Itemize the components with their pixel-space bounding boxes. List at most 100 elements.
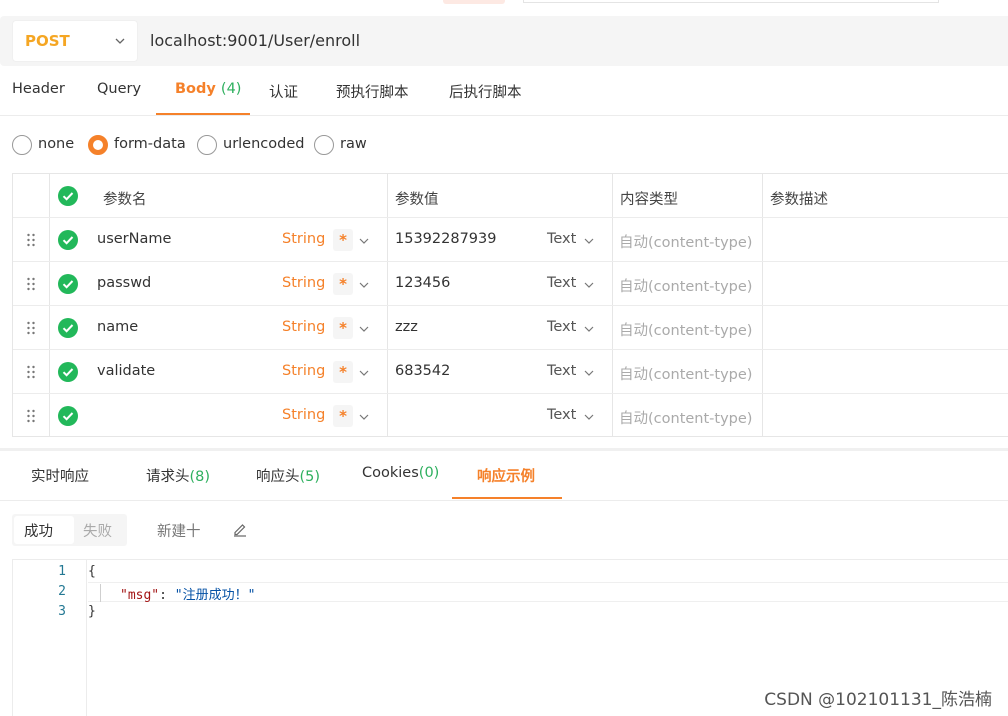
chevron-down-icon[interactable] bbox=[583, 323, 595, 335]
param-key[interactable]: userName bbox=[97, 231, 171, 247]
json-value: "注册成功！" bbox=[174, 588, 256, 603]
top-partial-field bbox=[523, 0, 939, 3]
content-type[interactable]: 自动(content-type) bbox=[619, 407, 752, 428]
content-type[interactable]: 自动(content-type) bbox=[619, 275, 752, 296]
radio-urlencoded[interactable]: urlencoded bbox=[197, 134, 305, 156]
tab-pre-script[interactable]: 预执行脚本 bbox=[336, 81, 409, 102]
url-bar: POST localhost:9001/User/enroll bbox=[0, 16, 1008, 66]
params-table: 参数名 参数值 内容类型 参数描述 userName String * 1539… bbox=[12, 173, 1008, 437]
tab-request-headers[interactable]: 请求头(8) bbox=[146, 465, 210, 486]
tab-response-headers[interactable]: 响应头(5) bbox=[256, 465, 320, 486]
radio-none[interactable]: none bbox=[12, 134, 78, 156]
content-type[interactable]: 自动(content-type) bbox=[619, 363, 752, 384]
radio-circle bbox=[197, 135, 217, 155]
param-type[interactable]: String bbox=[282, 275, 325, 291]
example-segment: 成功 失败 bbox=[12, 514, 127, 546]
chevron-down-icon[interactable] bbox=[358, 367, 370, 379]
row-check-icon[interactable] bbox=[58, 318, 78, 338]
chevron-down-icon[interactable] bbox=[358, 279, 370, 291]
row-check-icon[interactable] bbox=[58, 406, 78, 426]
header-param-name: 参数名 bbox=[103, 192, 147, 208]
row-check-icon[interactable] bbox=[58, 362, 78, 382]
header-param-desc: 参数描述 bbox=[770, 192, 828, 208]
drag-handle-icon[interactable] bbox=[26, 365, 36, 379]
param-value[interactable]: 123456 bbox=[395, 275, 450, 291]
method-label: POST bbox=[25, 32, 70, 50]
required-toggle[interactable]: * bbox=[333, 405, 353, 427]
value-type-select[interactable]: Text bbox=[547, 319, 576, 335]
tab-response-examples[interactable]: 响应示例 bbox=[477, 465, 535, 486]
new-example-button[interactable]: 新建十 bbox=[157, 520, 201, 541]
tab-query[interactable]: Query bbox=[97, 81, 141, 97]
active-tab-indicator bbox=[156, 113, 250, 115]
required-toggle[interactable]: * bbox=[333, 317, 353, 339]
chevron-down-icon[interactable] bbox=[583, 411, 595, 423]
chevron-down-icon[interactable] bbox=[583, 235, 595, 247]
row-check-icon[interactable] bbox=[58, 274, 78, 294]
code-line-msg: "msg": "注册成功！" bbox=[120, 584, 255, 603]
tab-live-response[interactable]: 实时响应 bbox=[31, 465, 89, 486]
chevron-down-icon[interactable] bbox=[358, 411, 370, 423]
chevron-down-icon[interactable] bbox=[358, 323, 370, 335]
content-type[interactable]: 自动(content-type) bbox=[619, 231, 752, 252]
drag-handle-icon[interactable] bbox=[26, 409, 36, 423]
tab-post-script[interactable]: 后执行脚本 bbox=[449, 81, 522, 102]
value-type-select[interactable]: Text bbox=[547, 407, 576, 423]
value-type-select[interactable]: Text bbox=[547, 363, 576, 379]
line-number-gutter: 1 2 3 bbox=[13, 560, 87, 716]
chevron-down-icon[interactable] bbox=[358, 235, 370, 247]
content-type[interactable]: 自动(content-type) bbox=[619, 319, 752, 340]
row-check-icon[interactable] bbox=[58, 230, 78, 250]
drag-handle-icon[interactable] bbox=[26, 233, 36, 247]
radio-raw[interactable]: raw bbox=[314, 134, 369, 156]
tab-body[interactable]: Body (4) bbox=[175, 81, 241, 97]
table-row: name String * zzz Text 自动(content-type) bbox=[13, 306, 1008, 350]
value-type-select[interactable]: Text bbox=[547, 275, 576, 291]
param-key[interactable]: validate bbox=[97, 363, 155, 379]
tab-cookies[interactable]: Cookies(0) bbox=[362, 465, 439, 481]
header-content-type: 内容类型 bbox=[620, 192, 678, 208]
code-open-brace: { bbox=[88, 564, 96, 579]
drag-handle-icon[interactable] bbox=[26, 321, 36, 335]
table-row: passwd String * 123456 Text 自动(content-t… bbox=[13, 262, 1008, 306]
required-toggle[interactable]: * bbox=[333, 229, 353, 251]
url-input[interactable]: localhost:9001/User/enroll bbox=[150, 31, 360, 50]
table-row-empty: String * Text 自动(content-type) bbox=[13, 394, 1008, 438]
drag-handle-icon[interactable] bbox=[26, 277, 36, 291]
radio-form-data[interactable]: form-data bbox=[88, 134, 188, 156]
param-type[interactable]: String bbox=[282, 363, 325, 379]
value-type-select[interactable]: Text bbox=[547, 231, 576, 247]
edit-icon[interactable] bbox=[232, 521, 248, 537]
required-toggle[interactable]: * bbox=[333, 273, 353, 295]
param-key[interactable]: passwd bbox=[97, 275, 151, 291]
line-number: 1 bbox=[58, 564, 66, 579]
table-row: validate String * 683542 Text 自动(content… bbox=[13, 350, 1008, 394]
method-select[interactable]: POST bbox=[12, 20, 138, 62]
param-key[interactable]: name bbox=[97, 319, 138, 335]
param-value[interactable]: 683542 bbox=[395, 363, 450, 379]
segment-success[interactable]: 成功 bbox=[24, 520, 53, 541]
chevron-down-icon[interactable] bbox=[583, 279, 595, 291]
param-type[interactable]: String bbox=[282, 231, 325, 247]
param-type[interactable]: String bbox=[282, 319, 325, 335]
param-value[interactable]: zzz bbox=[395, 319, 418, 335]
json-colon: : bbox=[159, 588, 175, 603]
required-toggle[interactable]: * bbox=[333, 361, 353, 383]
tab-header[interactable]: Header bbox=[12, 81, 65, 97]
line-number: 3 bbox=[58, 604, 66, 619]
chevron-down-icon[interactable] bbox=[583, 367, 595, 379]
header-param-value: 参数值 bbox=[395, 192, 439, 208]
param-type[interactable]: String bbox=[282, 407, 325, 423]
radio-circle-checked bbox=[88, 135, 108, 155]
response-tabs: 实时响应 请求头(8) 响应头(5) Cookies(0) 响应示例 bbox=[0, 451, 1008, 501]
line-number: 2 bbox=[58, 584, 66, 599]
indent-guide bbox=[100, 584, 101, 602]
segment-fail[interactable]: 失败 bbox=[83, 520, 112, 541]
top-partial-strip bbox=[0, 0, 1008, 6]
select-all-check-icon[interactable] bbox=[58, 186, 78, 206]
json-key: "msg" bbox=[120, 588, 160, 603]
radio-circle bbox=[12, 135, 32, 155]
tab-auth[interactable]: 认证 bbox=[269, 81, 298, 102]
code-close-brace: } bbox=[88, 604, 96, 619]
param-value[interactable]: 15392287939 bbox=[395, 231, 496, 247]
